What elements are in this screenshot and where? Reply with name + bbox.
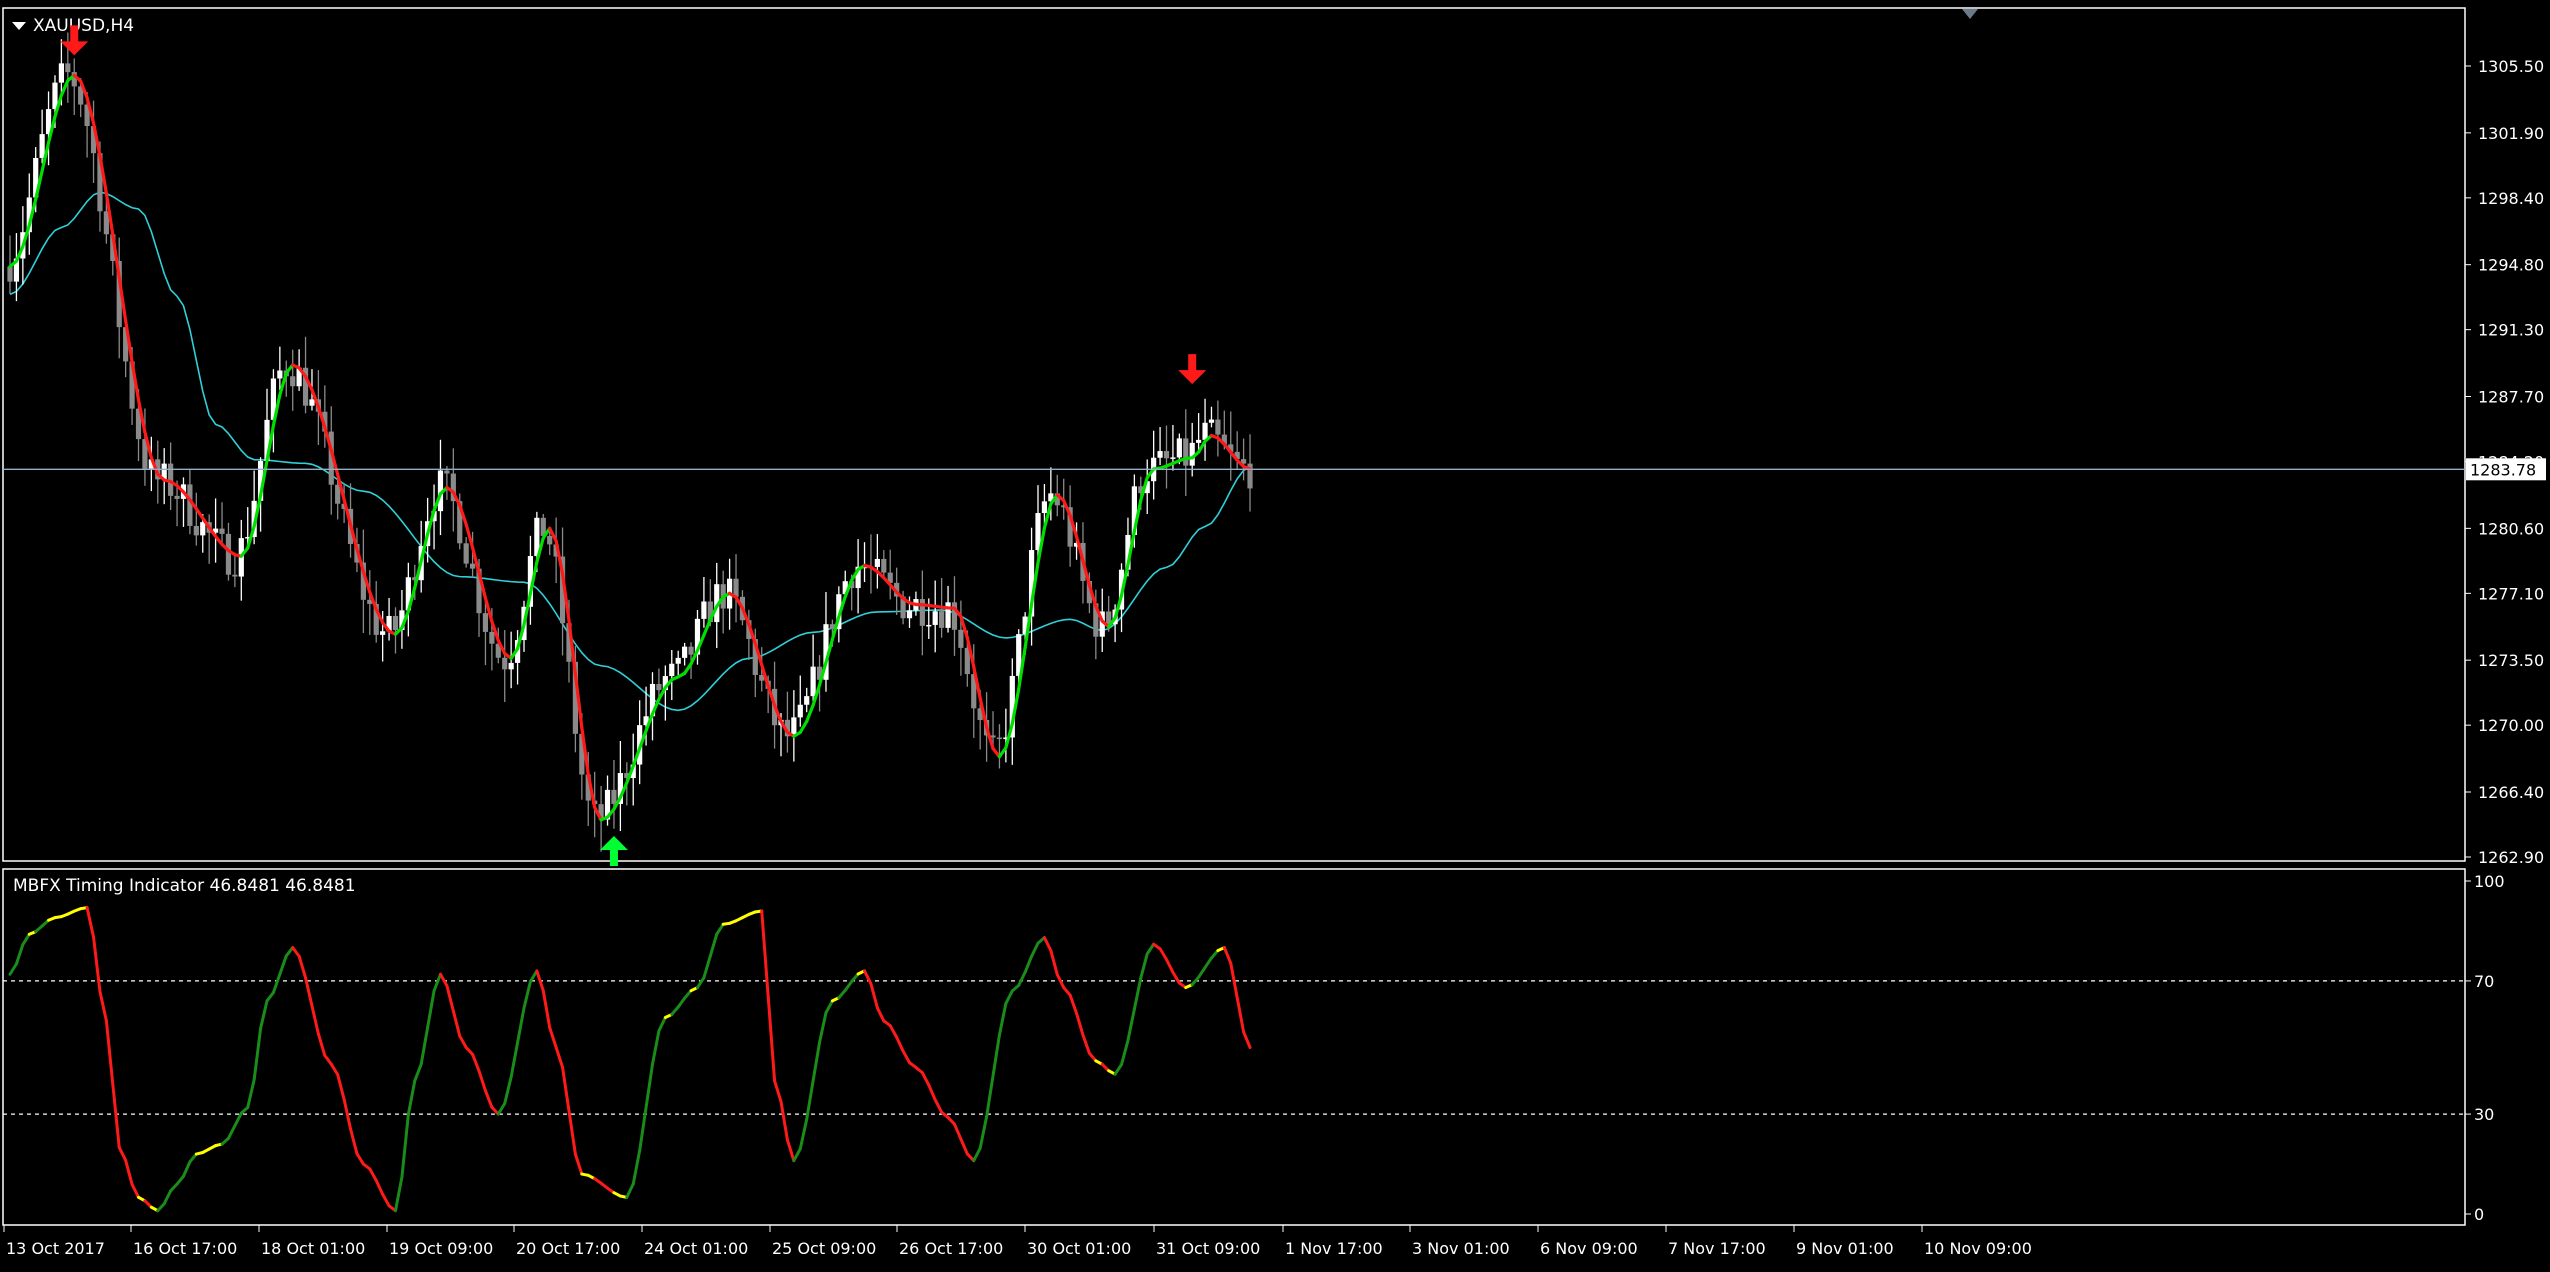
time-tick-label: 25 Oct 09:00 [772, 1239, 876, 1258]
time-tick-label: 31 Oct 09:00 [1156, 1239, 1260, 1258]
candle-body [502, 657, 508, 670]
price-tick-label: 1266.40 [2478, 783, 2544, 802]
price-tick-label: 1291.30 [2478, 321, 2544, 340]
candle-body [470, 563, 476, 569]
price-tick-label: 1262.90 [2478, 848, 2544, 867]
candle-body [926, 624, 932, 627]
candle-body [392, 615, 399, 631]
candle-body [919, 599, 925, 626]
price-tick-label: 1280.60 [2478, 519, 2544, 538]
current-price-label: 1283.78 [2470, 460, 2536, 479]
candle-body [65, 63, 71, 73]
time-tick-label: 6 Nov 09:00 [1540, 1239, 1638, 1258]
candle-body [733, 578, 739, 597]
candle-body [1176, 438, 1182, 458]
candle-body [193, 525, 199, 536]
indicator-tick-label: 0 [2474, 1205, 2484, 1224]
symbol-label: XAUUSD,H4 [33, 16, 134, 36]
time-axis: 13 Oct 2017 16 Oct 17:00 18 Oct 01:00 19 Oc… [3, 1225, 2032, 1258]
candle-body [1183, 438, 1189, 466]
time-tick-label: 9 Nov 01:00 [1796, 1239, 1894, 1258]
candle-body [444, 470, 450, 474]
candle-body [277, 370, 283, 379]
candle-body [701, 601, 707, 619]
time-tick-label: 1 Nov 17:00 [1285, 1239, 1383, 1258]
candle-body [1041, 501, 1048, 514]
candle-body [309, 399, 315, 406]
indicator-label: MBFX Timing Indicator 46.8481 46.8481 [13, 876, 356, 896]
candle-body [874, 558, 880, 567]
candle-body [463, 543, 469, 564]
candle-body [656, 683, 662, 691]
time-tick-label: 10 Nov 09:00 [1924, 1239, 2032, 1258]
candle-body [200, 522, 206, 536]
candle-body [547, 535, 553, 545]
candle-body [187, 484, 193, 526]
price-tick-label: 1277.10 [2478, 584, 2544, 603]
indicator-axis: 100 70 30 0 [2465, 872, 2505, 1224]
time-tick-label: 18 Oct 01:00 [261, 1239, 365, 1258]
price-tick-label: 1287.70 [2478, 388, 2544, 407]
price-tick-label: 1273.50 [2478, 651, 2544, 670]
candle-body [58, 63, 64, 83]
time-tick-label: 16 Oct 17:00 [133, 1239, 237, 1258]
candle-body [939, 611, 945, 628]
candle-body [39, 134, 45, 158]
trading-chart[interactable]: XAUUSD,H4 MBFX Timing Indicator 46.8481 … [0, 0, 2550, 1272]
indicator-tick-label: 100 [2474, 872, 2505, 891]
time-tick-label: 3 Nov 01:00 [1412, 1239, 1510, 1258]
time-tick-label: 26 Oct 17:00 [899, 1239, 1003, 1258]
candle-body [669, 663, 675, 677]
time-tick-label: 7 Nov 17:00 [1668, 1239, 1766, 1258]
candle-body [1196, 439, 1202, 443]
candle-body [797, 704, 803, 718]
candle-body [482, 613, 489, 632]
candle-body [290, 376, 296, 387]
candle-body [881, 558, 887, 573]
candle-body [810, 666, 816, 697]
candle-body [7, 266, 13, 282]
time-tick-label: 19 Oct 09:00 [389, 1239, 493, 1258]
indicator-tick-label: 70 [2474, 972, 2494, 991]
candle-body [380, 631, 386, 635]
candle-body [1215, 419, 1221, 435]
candle-body [906, 610, 913, 619]
price-tick-label: 1298.40 [2478, 189, 2544, 208]
candle-body [958, 629, 964, 648]
candle-body [1202, 422, 1208, 440]
candle-body [1163, 451, 1170, 459]
candle-body [675, 657, 681, 664]
time-tick-label: 20 Oct 17:00 [516, 1239, 620, 1258]
time-tick-label: 13 Oct 2017 [6, 1239, 105, 1258]
price-tick-label: 1294.80 [2478, 256, 2544, 275]
main-chart-frame [2, 7, 2466, 862]
candle-body [225, 533, 232, 575]
time-tick-label: 24 Oct 01:00 [644, 1239, 748, 1258]
candle-body [219, 528, 225, 534]
candle-body [804, 696, 810, 705]
candle-body [688, 646, 694, 655]
price-tick-label: 1301.90 [2478, 124, 2544, 143]
time-tick-label: 30 Oct 01:00 [1027, 1239, 1131, 1258]
price-tick-label: 1270.00 [2478, 716, 2544, 735]
candle-body [489, 631, 495, 644]
candle-body [508, 662, 514, 670]
candle-body [682, 646, 688, 658]
candle-body [932, 611, 938, 625]
candle-body [174, 495, 180, 499]
candle-body [611, 789, 617, 804]
candle-body [232, 574, 238, 577]
candle-body [996, 737, 1003, 740]
candle-body [1208, 419, 1215, 423]
candle-body [1170, 457, 1176, 459]
price-tick-label: 1305.50 [2478, 57, 2544, 76]
indicator-tick-label: 30 [2474, 1105, 2494, 1124]
candle-body [1157, 451, 1163, 458]
candle-body [951, 602, 958, 630]
